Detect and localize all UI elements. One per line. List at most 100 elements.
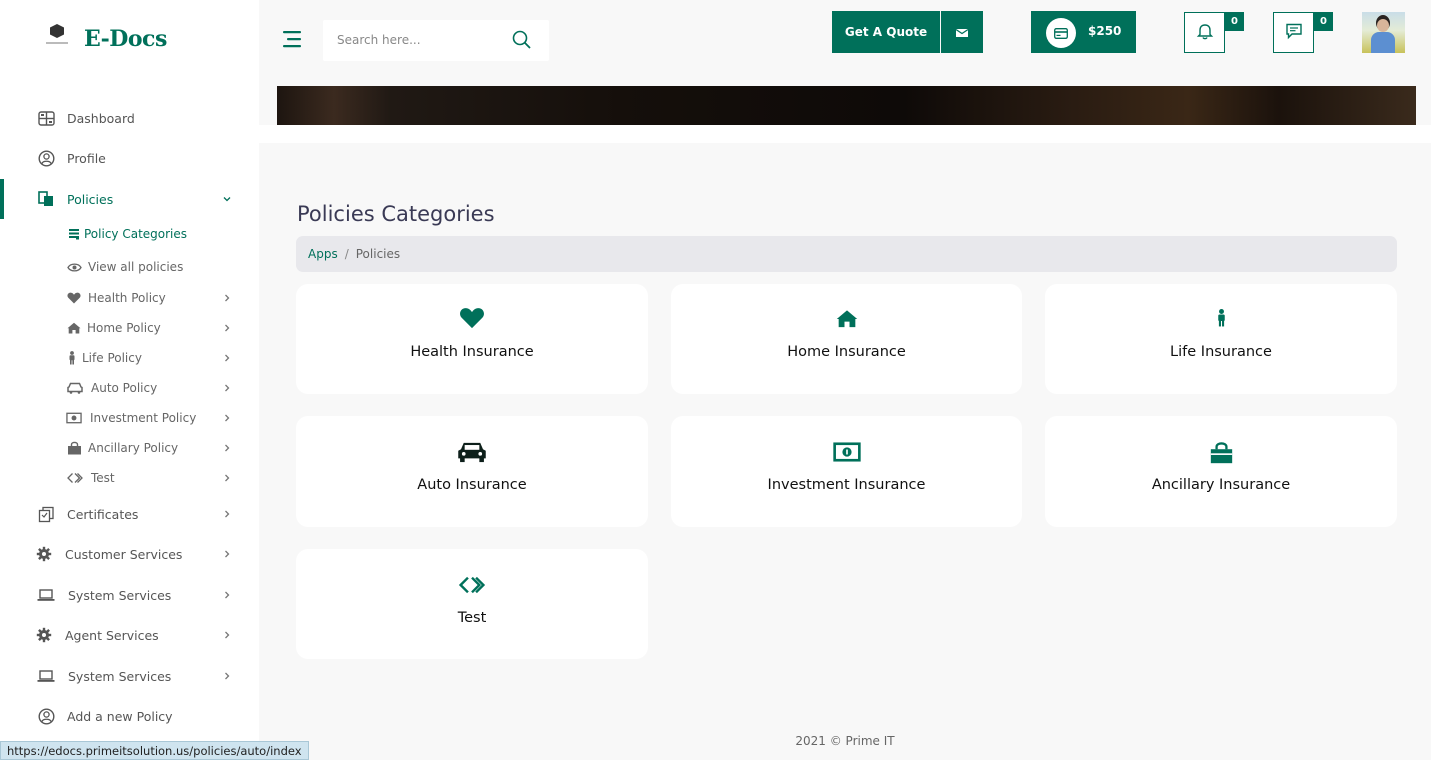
money-icon <box>671 440 1022 464</box>
sidebar-item-certificates[interactable]: Certificates <box>0 498 259 530</box>
bag-icon <box>1045 440 1397 464</box>
home-icon <box>671 306 1022 330</box>
footer-copyright: 2021 © Prime IT <box>795 734 895 748</box>
notifications-button[interactable] <box>1184 12 1225 53</box>
avatar[interactable] <box>1362 12 1405 53</box>
status-url-bar: https://edocs.primeitsolution.us/policie… <box>0 741 309 760</box>
list-icon <box>66 227 82 241</box>
card-ancillary-insurance[interactable]: Ancillary Insurance <box>1045 416 1397 527</box>
code-icon <box>296 573 648 597</box>
active-indicator <box>0 179 4 219</box>
mail-button[interactable] <box>941 11 983 53</box>
chevron-right-icon <box>220 547 234 561</box>
sidebar-subitem-test[interactable]: Test <box>0 465 259 491</box>
person-icon <box>64 351 80 365</box>
sidebar-subitem-investment-policy[interactable]: Investment Policy <box>0 405 259 431</box>
sidebar-subitem-home-policy[interactable]: Home Policy <box>0 315 259 341</box>
chevron-right-icon <box>221 442 233 454</box>
card-title: Investment Insurance <box>767 477 926 493</box>
card-auto-insurance[interactable]: Auto Insurance <box>296 416 648 527</box>
sidebar-item-agent-services[interactable]: Agent Services <box>0 619 259 651</box>
heart-icon <box>66 291 82 305</box>
card-title: Test <box>457 610 487 626</box>
user-circle-icon <box>37 149 55 167</box>
card-title: Health Insurance <box>410 344 534 360</box>
bell-icon <box>1196 22 1214 44</box>
card-home-insurance[interactable]: Home Insurance <box>671 284 1022 394</box>
chevron-right-icon <box>221 382 233 394</box>
chevron-right-icon <box>221 292 233 304</box>
code-icon <box>67 471 83 485</box>
money-icon <box>66 411 82 425</box>
chevron-right-icon <box>220 507 234 521</box>
dashboard-icon <box>37 109 55 127</box>
sidebar-subitem-ancillary-policy[interactable]: Ancillary Policy <box>0 435 259 461</box>
breadcrumb-apps-link[interactable]: Apps <box>308 247 338 261</box>
menu-toggle-icon[interactable] <box>283 30 303 50</box>
search-input[interactable]: Search here... <box>323 20 549 61</box>
user-circle-icon <box>37 707 55 725</box>
sidebar-item-dashboard[interactable]: Dashboard <box>0 102 259 134</box>
laptop-icon <box>37 586 55 604</box>
card-life-insurance[interactable]: Life Insurance <box>1045 284 1397 394</box>
sidebar-item-system-services[interactable]: System Services <box>0 579 259 611</box>
chevron-right-icon <box>221 472 233 484</box>
sidebar: E-Docs Dashboard Profile Policies Policy… <box>0 0 259 760</box>
chat-icon <box>1285 22 1303 44</box>
card-title: Life Insurance <box>1170 344 1272 360</box>
laptop-icon <box>37 667 55 685</box>
sidebar-item-system-services-2[interactable]: System Services <box>0 660 259 692</box>
sidebar-subitem-view-all-policies[interactable]: View all policies <box>0 254 259 280</box>
banner-divider <box>259 125 1431 143</box>
chevron-right-icon <box>221 322 233 334</box>
logo-icon <box>44 24 70 54</box>
bag-icon <box>66 441 82 455</box>
messages-badge: 0 <box>1314 12 1333 31</box>
car-icon <box>296 440 648 464</box>
card-title: Auto Insurance <box>417 477 527 493</box>
notifications-badge: 0 <box>1225 12 1244 31</box>
policies-icon <box>37 190 55 208</box>
person-icon <box>1045 306 1397 330</box>
brand-name: E-Docs <box>84 26 167 52</box>
sidebar-subitem-life-policy[interactable]: Life Policy <box>0 345 259 371</box>
envelope-icon <box>955 23 969 42</box>
top-header: Search here... Get A Quote $250 0 0 <box>259 0 1431 86</box>
breadcrumb-current: Policies <box>355 247 401 261</box>
sidebar-item-customer-services[interactable]: Customer Services <box>0 538 259 570</box>
sidebar-subitem-health-policy[interactable]: Health Policy <box>0 285 259 311</box>
sidebar-item-add-new-policy[interactable]: Add a new Policy <box>0 700 259 732</box>
sidebar-item-profile[interactable]: Profile <box>0 142 259 174</box>
card-health-insurance[interactable]: Health Insurance <box>296 284 648 394</box>
chevron-right-icon <box>220 669 234 683</box>
gear-icon <box>35 626 53 644</box>
sidebar-item-policies[interactable]: Policies <box>0 179 259 219</box>
sidebar-subitem-auto-policy[interactable]: Auto Policy <box>0 375 259 401</box>
sidebar-subitem-policy-categories[interactable]: Policy Categories <box>0 221 259 247</box>
home-icon <box>66 321 82 335</box>
breadcrumb: Apps / Policies <box>296 236 1397 272</box>
chevron-right-icon <box>221 412 233 424</box>
eye-icon <box>66 260 82 274</box>
certificates-icon <box>37 505 55 523</box>
card-investment-insurance[interactable]: Investment Insurance <box>671 416 1022 527</box>
wallet-balance: $250 <box>1088 24 1122 38</box>
search-icon[interactable] <box>511 29 533 51</box>
chevron-right-icon <box>220 628 234 642</box>
car-icon <box>67 381 83 395</box>
credit-card-icon <box>1046 18 1076 48</box>
get-a-quote-button[interactable]: Get A Quote <box>832 11 940 53</box>
chevron-right-icon <box>221 352 233 364</box>
page-title: Policies Categories <box>297 202 495 226</box>
banner-image <box>277 86 1416 125</box>
wallet-button[interactable]: $250 <box>1031 11 1136 53</box>
brand-logo[interactable]: E-Docs <box>44 24 167 54</box>
gear-icon <box>35 545 53 563</box>
heart-icon <box>296 306 648 330</box>
breadcrumb-separator: / <box>344 247 349 261</box>
search-placeholder: Search here... <box>337 33 421 47</box>
card-title: Home Insurance <box>787 344 906 360</box>
card-test[interactable]: Test <box>296 549 648 659</box>
messages-button[interactable] <box>1273 12 1314 53</box>
chevron-down-icon <box>220 192 234 206</box>
